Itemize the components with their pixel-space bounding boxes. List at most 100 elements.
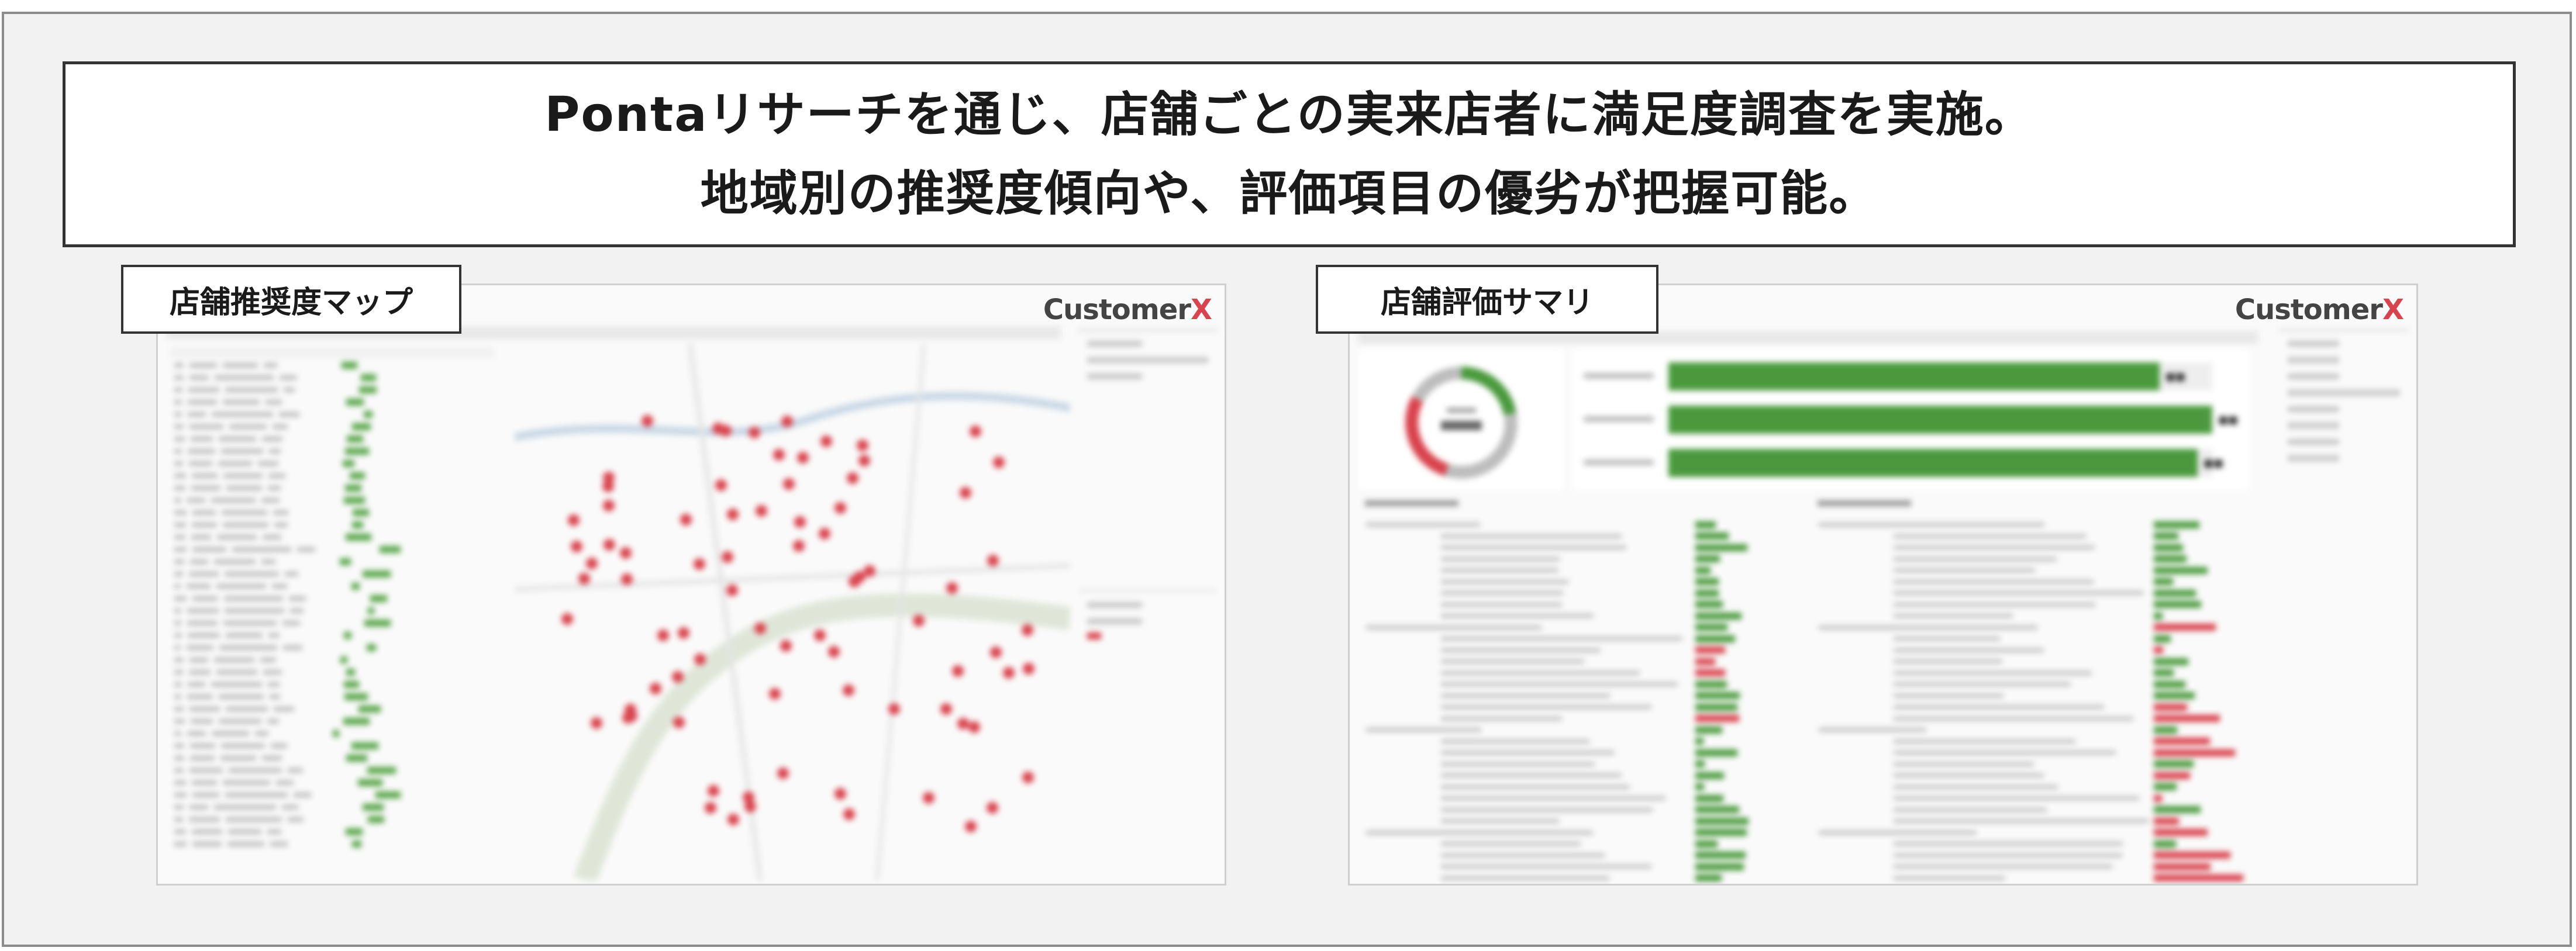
list-item: [1359, 850, 1806, 862]
table-row: [168, 383, 496, 396]
table-row: [168, 592, 496, 604]
list-item: [1359, 804, 1806, 816]
table-row: [168, 653, 496, 666]
list-item: [1359, 690, 1806, 702]
list-item: [1812, 668, 2259, 679]
list-item: [1812, 850, 2259, 862]
map-pin: [715, 479, 727, 491]
map-pin: [959, 486, 971, 499]
list-item: [1359, 622, 1806, 634]
panel-tag-store-map: 店舗推奨度マップ: [121, 265, 461, 334]
map-pin: [842, 684, 854, 696]
table-row: [168, 789, 496, 801]
map-pin: [951, 665, 964, 677]
headline-line-1: Pontaリサーチを通じ、店舗ごとの実来店者に満足度調査を実施。: [544, 87, 2034, 143]
map-pin: [649, 683, 661, 695]
map-pin: [602, 500, 615, 512]
list-item: [1359, 587, 1806, 599]
table-row: [168, 629, 496, 641]
table-row: [168, 494, 496, 506]
list-item: [1812, 701, 2259, 713]
table-row: [168, 359, 496, 371]
list-item: [1812, 873, 2259, 884]
list-item: [1812, 679, 2259, 690]
brand-logo: CustomerX: [1043, 293, 1212, 326]
map-pin: [990, 646, 1002, 658]
map-pin: [768, 688, 781, 700]
list-item: [1359, 531, 1806, 542]
table-row: [168, 408, 496, 420]
list-item: [1359, 724, 1806, 736]
list-item: [1812, 633, 2259, 645]
table-row: [168, 433, 496, 445]
list-item: [1812, 759, 2259, 770]
map-pin: [968, 721, 980, 733]
table-row: [168, 518, 496, 531]
map-pin: [568, 514, 580, 526]
table-row: [168, 825, 496, 838]
map-pin: [590, 717, 602, 729]
map-pin: [585, 558, 598, 570]
list-item: [1812, 645, 2259, 656]
map-pin: [642, 415, 654, 427]
map-pin: [1022, 663, 1034, 675]
map-pin: [694, 653, 706, 665]
table-row: [168, 420, 496, 433]
map-pin: [726, 509, 739, 521]
list-item: [1812, 531, 2259, 542]
map-pin: [987, 801, 999, 814]
map-pin: [1002, 667, 1015, 679]
list-item: [1812, 690, 2259, 702]
list-item: [1812, 656, 2259, 668]
table-row: [168, 445, 496, 457]
list-item: [1359, 645, 1806, 656]
list-item: [1812, 827, 2259, 839]
list-item: [1359, 827, 1806, 839]
map-pin: [561, 613, 574, 625]
list-item: [1359, 656, 1806, 668]
list-item: [1812, 770, 2259, 781]
map-terrain: [515, 344, 1070, 880]
list-item: [1812, 713, 2259, 725]
list-item: [1359, 781, 1806, 793]
list-item: [1359, 713, 1806, 725]
list-item: [1359, 599, 1806, 611]
map-pin: [680, 513, 692, 525]
list-item: [1359, 793, 1806, 804]
list-item: [1359, 873, 1806, 884]
list-item: [1812, 815, 2259, 827]
list-item: [1812, 622, 2259, 634]
recommendation-donut: [1359, 350, 1564, 490]
table-row: [168, 838, 496, 850]
list-item: [1812, 599, 2259, 611]
table-row: [168, 764, 496, 776]
table-row: [168, 813, 496, 825]
map-pin: [888, 703, 900, 715]
list-item: [1812, 747, 2259, 759]
table-row: [168, 776, 496, 789]
map-pin: [820, 435, 833, 447]
list-item: [1812, 576, 2259, 588]
map-pin: [912, 615, 925, 627]
table-row: [168, 801, 496, 813]
list-item: [1812, 554, 2259, 565]
summary-bars: ■■ ■■ ■■: [1572, 350, 2250, 490]
table-row: [168, 678, 496, 690]
filter-sidebar: [2278, 329, 2409, 461]
map-pin: [796, 452, 809, 464]
table-row: [168, 617, 496, 629]
map-pin: [671, 670, 684, 683]
map-pin: [794, 516, 806, 528]
table-row: [168, 543, 496, 555]
table-row: [168, 752, 496, 764]
table-row: [168, 641, 496, 653]
table-row: [168, 666, 496, 678]
table-row: [168, 727, 496, 739]
panel-tag-store-summary: 店舗評価サマリ: [1316, 265, 1658, 334]
table-row: [168, 531, 496, 543]
list-item: [1812, 724, 2259, 736]
map-pin: [604, 538, 616, 551]
table-row: [168, 371, 496, 383]
list-item: [1359, 633, 1806, 645]
table-row: [168, 703, 496, 715]
